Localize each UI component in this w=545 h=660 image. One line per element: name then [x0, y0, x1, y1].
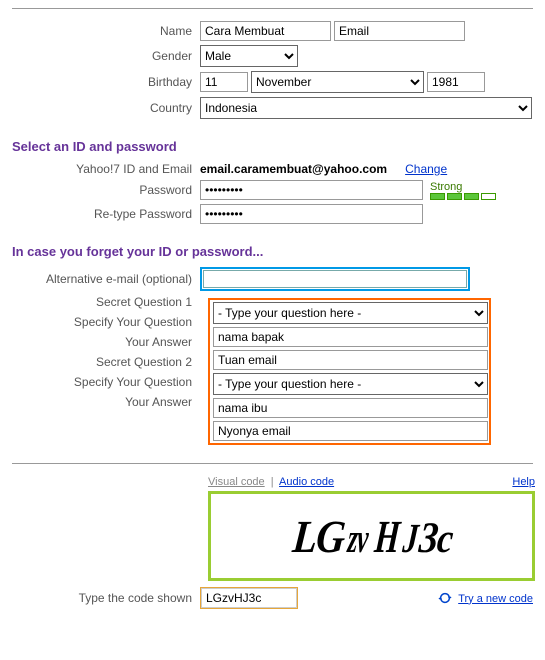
retype-password-input[interactable] [200, 204, 423, 224]
captcha-image: LGzvHJ3c [215, 498, 531, 574]
refresh-icon[interactable] [438, 591, 452, 605]
password-label: Password [12, 183, 200, 197]
alt-email-label: Alternative e-mail (optional) [12, 272, 200, 286]
id-section-heading: Select an ID and password [12, 139, 533, 154]
country-label: Country [12, 101, 200, 115]
answer2-input[interactable] [213, 421, 488, 441]
change-link[interactable]: Change [405, 162, 447, 176]
try-new-code-link[interactable]: Try a new code [458, 593, 533, 605]
secret-q1-label: Secret Question 1 [12, 295, 200, 309]
strength-meter [430, 193, 496, 200]
answer1-input[interactable] [213, 350, 488, 370]
gender-label: Gender [12, 49, 200, 63]
alt-email-input[interactable] [203, 270, 467, 288]
secret-q1-select[interactable]: - Type your question here - [213, 302, 488, 324]
yahoo-email-value: email.caramembuat@yahoo.com [200, 162, 387, 176]
specify-q2-label: Specify Your Question [12, 375, 200, 389]
visual-code-link[interactable]: Visual code [208, 476, 265, 488]
specify-q1-label: Specify Your Question [12, 315, 200, 329]
gender-select[interactable]: Male [200, 45, 298, 67]
password-input[interactable] [200, 180, 423, 200]
captcha-type-label: Type the code shown [12, 591, 200, 605]
forgot-section-heading: In case you forget your ID or password..… [12, 244, 533, 259]
retype-password-label: Re-type Password [12, 207, 200, 221]
country-select[interactable]: Indonesia [200, 97, 532, 119]
birth-year-input[interactable] [427, 72, 485, 92]
birth-month-select[interactable]: November [251, 71, 424, 93]
answer2-label: Your Answer [12, 395, 200, 409]
audio-code-link[interactable]: Audio code [279, 476, 334, 488]
pipe-divider: | [271, 476, 274, 488]
secret-q2-select[interactable]: - Type your question here - [213, 373, 488, 395]
specify-q2-input[interactable] [213, 398, 488, 418]
strength-label: Strong [430, 181, 462, 193]
answer1-label: Your Answer [12, 335, 200, 349]
first-name-input[interactable] [200, 21, 331, 41]
yahoo-id-label: Yahoo!7 ID and Email [12, 162, 200, 176]
last-name-input[interactable] [334, 21, 465, 41]
help-link[interactable]: Help [512, 476, 535, 488]
birthday-label: Birthday [12, 75, 200, 89]
specify-q1-input[interactable] [213, 327, 488, 347]
secret-q2-label: Secret Question 2 [12, 355, 200, 369]
name-label: Name [12, 24, 200, 38]
captcha-input[interactable] [201, 588, 297, 608]
birth-day-input[interactable] [200, 72, 248, 92]
